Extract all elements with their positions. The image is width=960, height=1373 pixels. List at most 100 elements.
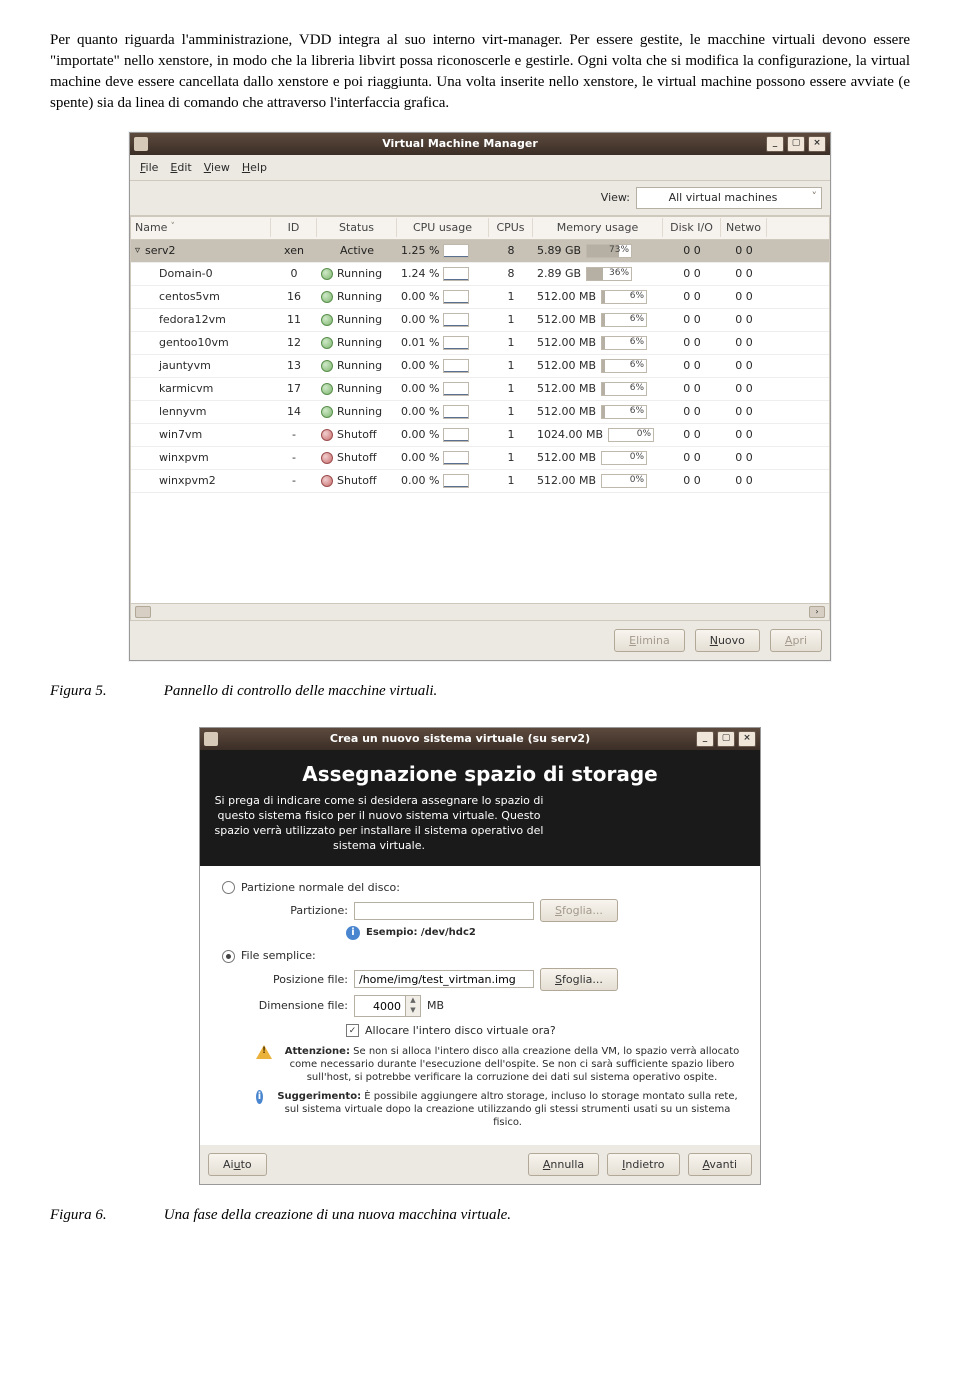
view-label: View: [601,190,630,205]
menu-edit[interactable]: Edit [166,158,195,177]
maximize-button[interactable]: ▢ [787,136,805,152]
vm-disk: 0 0 [663,333,721,352]
vm-name: karmicvm [131,379,271,398]
file-size-spinner[interactable]: ▲▼ [354,995,421,1017]
minimize-button[interactable]: _ [696,731,714,747]
status-icon [321,314,333,326]
col-disk[interactable]: Disk I/O [663,218,721,237]
vm-status: Running [317,287,397,306]
figure-5: Virtual Machine Manager _ ▢ × File Edit … [50,132,910,661]
close-button[interactable]: × [808,136,826,152]
table-row[interactable]: winxpvm-Shutoff0.00 %1512.00 MB0%0 00 0 [131,447,829,470]
vm-mem: 1024.00 MB0% [533,425,663,444]
elimina-button[interactable]: Elimina [614,629,685,652]
maximize-button[interactable]: ▢ [717,731,735,747]
vm-id: 11 [271,310,317,329]
spark-icon [443,451,469,465]
table-row[interactable]: jauntyvm13Running0.00 %1512.00 MB6%0 00 … [131,355,829,378]
table-row[interactable]: Domain-00Running1.24 %82.89 GB36%0 00 0 [131,263,829,286]
table-row[interactable]: fedora12vm11Running0.00 %1512.00 MB6%0 0… [131,309,829,332]
file-location-input[interactable] [354,970,534,988]
col-net[interactable]: Netwo [721,218,767,237]
aiuto-button[interactable]: Aiuto [208,1153,267,1176]
vm-status: Running [317,333,397,352]
host-row[interactable]: serv2 xen Active 1.25 % 8 5.89 GB 73% 0 … [131,240,829,263]
menu-view[interactable]: View [200,158,234,177]
spinner-up-icon[interactable]: ▲ [406,996,420,1006]
table-row[interactable]: gentoo10vm12Running0.01 %1512.00 MB6%0 0… [131,332,829,355]
vm-id: 16 [271,287,317,306]
vm-cpus: 1 [489,448,533,467]
host-cpus: 8 [489,241,533,260]
indietro-button[interactable]: Indietro [607,1153,679,1176]
vm-cpu: 0.00 % [397,310,489,329]
table-blank [131,493,829,603]
vm-name: winxpvm2 [131,471,271,490]
view-select[interactable]: All virtual machines [636,187,822,208]
vm-net: 0 0 [721,448,767,467]
col-name[interactable]: Name [131,218,271,237]
menu-help[interactable]: Help [238,158,271,177]
status-icon [321,475,333,487]
table-row[interactable]: karmicvm17Running0.00 %1512.00 MB6%0 00 … [131,378,829,401]
table-row[interactable]: win7vm-Shutoff0.00 %11024.00 MB0%0 00 0 [131,424,829,447]
vm-cpu: 0.00 % [397,287,489,306]
browse-partition-button[interactable]: Sfoglia... [540,899,618,922]
titlebar[interactable]: Virtual Machine Manager _ ▢ × [130,133,830,155]
menu-file[interactable]: File [136,158,162,177]
minimize-button[interactable]: _ [766,136,784,152]
spark-icon [443,382,469,396]
annulla-button[interactable]: Annulla [528,1153,599,1176]
scroll-thumb[interactable] [135,606,151,618]
window-title: Virtual Machine Manager [154,136,766,151]
vm-cpus: 8 [489,264,533,283]
apri-button[interactable]: Apri [770,629,822,652]
spinner-down-icon[interactable]: ▼ [406,1006,420,1016]
wizard-titlebar[interactable]: Crea un nuovo sistema virtuale (su serv2… [200,728,760,750]
vm-cpus: 1 [489,333,533,352]
vm-cpu: 0.00 % [397,356,489,375]
table-row[interactable]: winxpvm2-Shutoff0.00 %1512.00 MB0%0 00 0 [131,470,829,493]
file-size-label: Dimensione file: [256,998,348,1013]
figure-6-caption: Figura 6. Una fase della creazione di un… [50,1205,910,1226]
close-button[interactable]: × [738,731,756,747]
vm-net: 0 0 [721,310,767,329]
vm-name: lennyvm [131,402,271,421]
radio-file[interactable]: File semplice: [222,948,744,963]
vm-cpu: 1.24 % [397,264,489,283]
status-icon [321,452,333,464]
col-mem[interactable]: Memory usage [533,218,663,237]
browse-file-button[interactable]: Sfoglia... [540,968,618,991]
vm-disk: 0 0 [663,471,721,490]
vm-id: 13 [271,356,317,375]
example-text: Esempio: /dev/hdc2 [366,926,476,940]
col-status[interactable]: Status [317,218,397,237]
avanti-button[interactable]: Avanti [688,1153,752,1176]
vm-disk: 0 0 [663,264,721,283]
spark-icon [443,290,469,304]
table-row[interactable]: lennyvm14Running0.00 %1512.00 MB6%0 00 0 [131,401,829,424]
vm-mem: 512.00 MB0% [533,448,663,467]
col-cpu[interactable]: CPU usage [397,218,489,237]
wizard-body: Partizione normale del disco: Partizione… [200,866,760,1145]
file-size-input[interactable] [355,996,405,1016]
vm-status: Shutoff [317,425,397,444]
table-row[interactable]: centos5vm16Running0.00 %1512.00 MB6%0 00… [131,286,829,309]
vm-mem: 512.00 MB6% [533,356,663,375]
col-cpus[interactable]: CPUs [489,218,533,237]
nuovo-button[interactable]: Nuovo [695,629,760,652]
col-id[interactable]: ID [271,218,317,237]
partition-input[interactable] [354,902,534,920]
scroll-right-icon[interactable]: › [809,606,825,618]
host-mem: 5.89 GB 73% [533,241,663,260]
vm-cpus: 1 [489,425,533,444]
allocate-checkbox-row[interactable]: Allocare l'intero disco virtuale ora? [346,1023,744,1038]
vm-mem: 2.89 GB36% [533,264,663,283]
radio-partition[interactable]: Partizione normale del disco: [222,880,744,895]
vm-cpus: 1 [489,287,533,306]
vm-name: winxpvm [131,448,271,467]
vm-status: Running [317,379,397,398]
spark-icon [443,244,469,258]
h-scrollbar[interactable]: › [131,603,829,620]
vm-disk: 0 0 [663,425,721,444]
